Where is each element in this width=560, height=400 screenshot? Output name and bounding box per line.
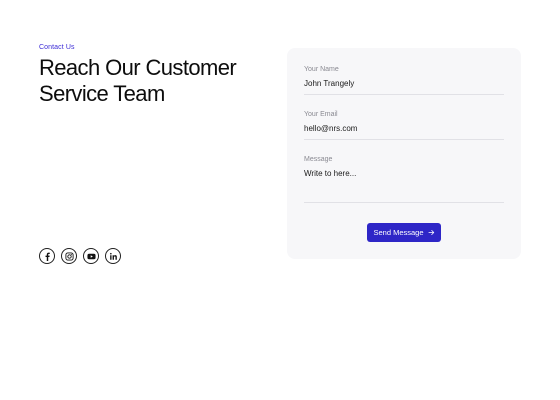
message-label: Message: [304, 156, 333, 163]
social-links: [39, 248, 121, 264]
name-input[interactable]: John Trangely: [304, 79, 504, 95]
instagram-icon[interactable]: [61, 248, 77, 264]
send-message-label: Send Message: [373, 228, 424, 237]
page-title: Reach Our Customer Service Team: [39, 55, 269, 107]
message-field: Message Write to here...: [304, 156, 504, 203]
send-message-button[interactable]: Send Message: [367, 223, 441, 242]
eyebrow-label: Contact Us: [39, 44, 75, 51]
contact-hero: Contact Us Reach Our Customer Service Te…: [39, 44, 269, 107]
arrow-right-icon: [427, 230, 434, 235]
page-title-line-2: Service Team: [39, 81, 165, 106]
page-title-line-1: Reach Our Customer: [39, 55, 237, 80]
youtube-icon[interactable]: [83, 248, 99, 264]
email-input[interactable]: hello@nrs.com: [304, 124, 504, 140]
message-textarea[interactable]: Write to here...: [304, 169, 504, 203]
email-label: Your Email: [304, 111, 338, 118]
contact-form-card: Your Name John Trangely Your Email hello…: [287, 48, 521, 259]
linkedin-icon[interactable]: [105, 248, 121, 264]
name-field: Your Name John Trangely: [304, 66, 504, 95]
email-field: Your Email hello@nrs.com: [304, 111, 504, 140]
name-label: Your Name: [304, 66, 339, 73]
facebook-icon[interactable]: [39, 248, 55, 264]
contact-page: Contact Us Reach Our Customer Service Te…: [0, 0, 560, 400]
